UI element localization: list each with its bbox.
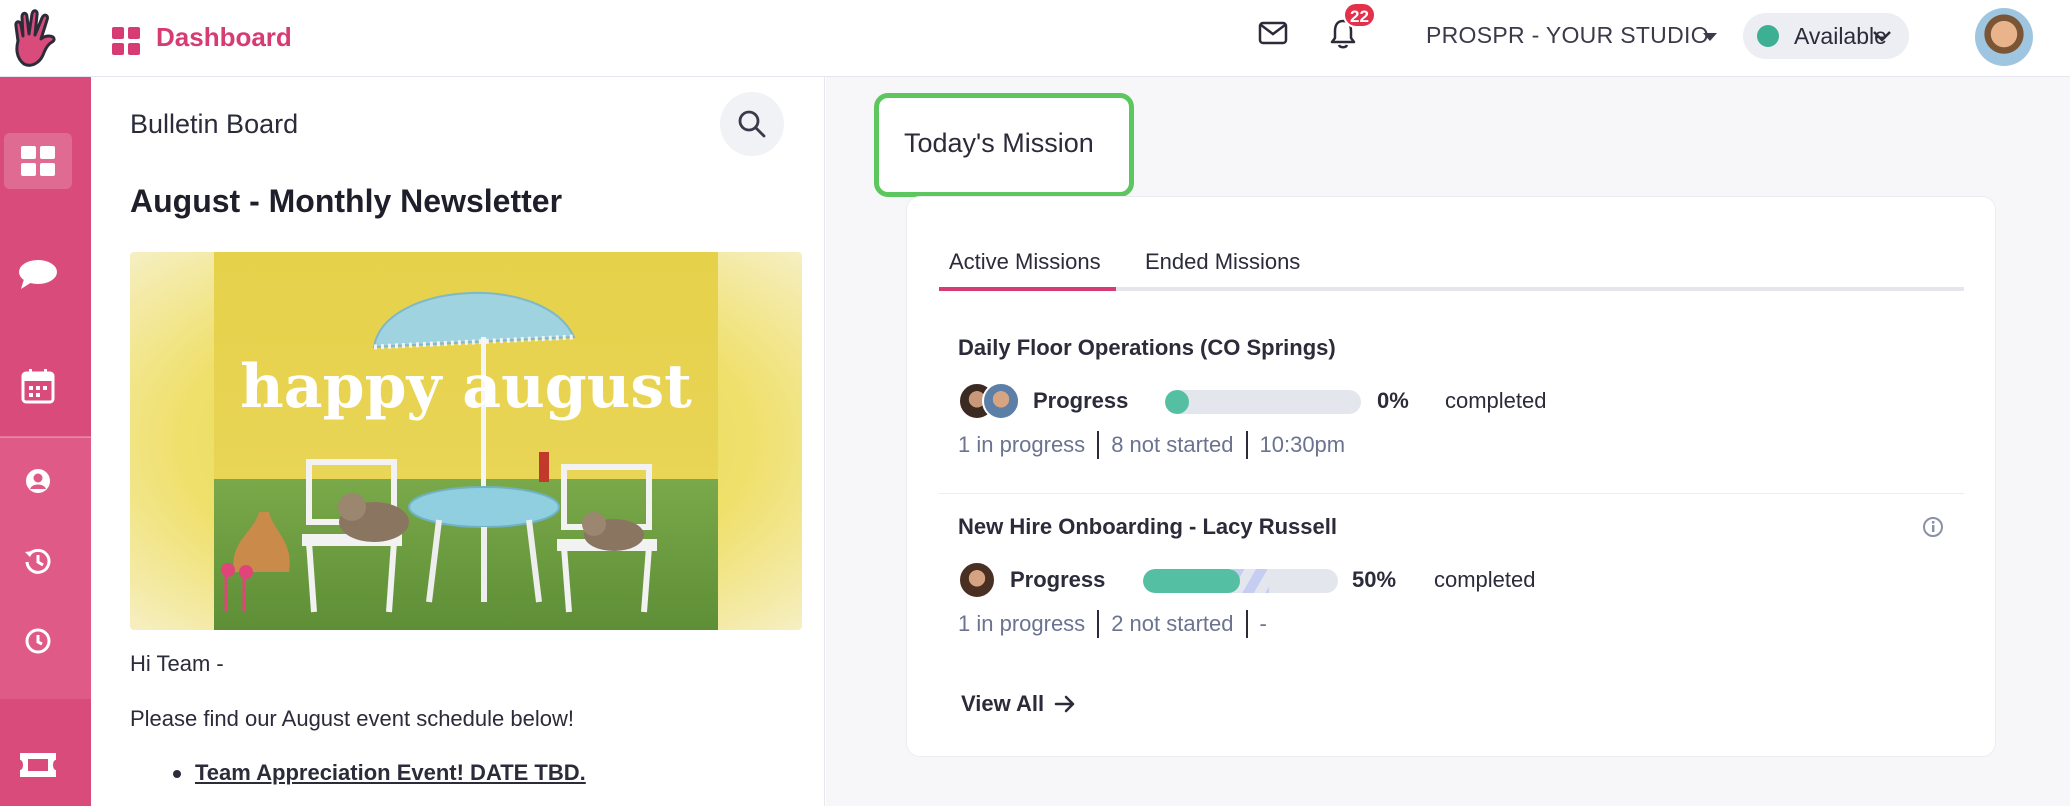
notification-badge: 22 (1343, 2, 1376, 28)
sidebar-item-messages[interactable] (4, 246, 72, 302)
assignee-avatars (958, 561, 998, 599)
mission-title[interactable]: Daily Floor Operations (CO Springs) (958, 335, 1336, 361)
tab-ended-missions[interactable]: Ended Missions (1145, 249, 1300, 275)
avatar (982, 382, 1020, 420)
sidebar-item-history[interactable] (4, 533, 72, 589)
newsletter-image-scene: happy august (214, 252, 718, 630)
not-started-count: 8 not started (1111, 432, 1234, 457)
mission-time: 10:30pm (1259, 432, 1346, 457)
avatar (958, 561, 996, 599)
arrow-right-icon (1054, 695, 1075, 713)
progress-label: Progress (1033, 388, 1129, 413)
page-title[interactable]: Dashboard (156, 22, 292, 53)
bulletin-board-panel: Bulletin Board August - Monthly Newslett… (91, 77, 825, 806)
active-tab-indicator (939, 287, 1116, 291)
bulletin-board-title: Bulletin Board (130, 109, 299, 139)
sidebar-divider (0, 436, 91, 438)
search-icon (738, 110, 766, 138)
sidebar-item-profile[interactable] (4, 453, 72, 509)
not-started-count: 2 not started (1111, 611, 1234, 636)
stat-divider (1097, 610, 1100, 638)
intro-text: Please find our August event schedule be… (130, 706, 574, 731)
in-progress-count: 1 in progress (958, 611, 1086, 636)
missions-panel: Today's Mission Active Missions Ended Mi… (826, 77, 2070, 806)
chat-bubble-icon (19, 260, 57, 289)
user-avatar[interactable] (1975, 8, 2033, 66)
assignee-avatars (958, 382, 1022, 420)
clock-icon (25, 628, 51, 654)
mission-stats: 1 in progress 8 not started 10:30pm (958, 431, 1345, 459)
completed-label: completed (1445, 388, 1547, 413)
stat-divider (1245, 610, 1248, 638)
search-button[interactable] (720, 92, 784, 156)
missions-card: Active Missions Ended Missions Daily Flo… (906, 196, 1996, 757)
progress-label: Progress (1010, 567, 1106, 592)
mission-title[interactable]: New Hire Onboarding - Lacy Russell (958, 514, 1337, 540)
view-all-label: View All (961, 691, 1045, 716)
history-icon (25, 548, 51, 574)
availability-dropdown[interactable]: Available (1743, 13, 1909, 59)
sidebar-item-time[interactable] (4, 613, 72, 669)
in-progress-count: 1 in progress (958, 432, 1086, 457)
calendar-icon (21, 369, 55, 404)
stat-divider (1097, 431, 1100, 459)
chevron-down-icon (1873, 31, 1891, 42)
user-circle-icon (26, 469, 50, 493)
dashboard-grid-icon (112, 27, 140, 55)
greeting-text: Hi Team - (130, 651, 224, 676)
view-all-button[interactable]: View All (961, 691, 1076, 717)
grid-icon (21, 146, 55, 176)
progress-fill (1165, 390, 1189, 414)
mission-tabs: Active Missions Ended Missions (939, 249, 1964, 291)
studio-selector[interactable]: PROSPR - YOUR STUDIO (1426, 22, 1709, 49)
sidebar-item-calendar[interactable] (4, 358, 72, 414)
mission-item[interactable]: New Hire Onboarding - Lacy Russell Progr… (939, 497, 1964, 667)
mission-stats: 1 in progress 2 not started - (958, 610, 1267, 638)
newsletter-title: August - Monthly Newsletter (130, 183, 563, 219)
completed-label: completed (1434, 567, 1536, 592)
info-icon[interactable] (1922, 516, 1944, 538)
caret-down-icon[interactable] (1703, 33, 1717, 41)
newsletter-image: happy august (130, 252, 802, 630)
image-caption-text: happy august (240, 352, 692, 422)
sidebar (0, 77, 91, 806)
sidebar-item-dashboard[interactable] (4, 133, 72, 189)
vulcan-hand-logo-icon[interactable] (10, 8, 68, 68)
sidebar-item-tickets[interactable] (4, 737, 72, 793)
status-dot (1757, 25, 1779, 47)
progress-bar (1143, 569, 1338, 593)
top-bar: Dashboard 22 PROSPR - YOUR STUDIO Availa… (0, 0, 2070, 77)
progress-bar (1165, 390, 1361, 414)
mail-icon[interactable] (1258, 20, 1288, 46)
ticket-icon (20, 753, 56, 777)
progress-percent: 50% (1352, 567, 1397, 592)
todays-mission-header: Today's Mission (874, 93, 1134, 197)
progress-percent: 0% (1377, 388, 1409, 413)
mission-time: - (1259, 611, 1267, 636)
mission-divider (939, 493, 1964, 494)
umbrella-table-illustration (221, 292, 657, 613)
mission-item[interactable]: Daily Floor Operations (CO Springs) Prog… (939, 317, 1964, 487)
stat-divider (1245, 431, 1248, 459)
event-link[interactable]: Team Appreciation Event! DATE TBD. (195, 760, 586, 786)
section-title: Today's Mission (904, 128, 1094, 158)
bullet-dot (173, 770, 181, 778)
progress-fill (1143, 569, 1240, 593)
tab-active-missions[interactable]: Active Missions (949, 249, 1101, 275)
